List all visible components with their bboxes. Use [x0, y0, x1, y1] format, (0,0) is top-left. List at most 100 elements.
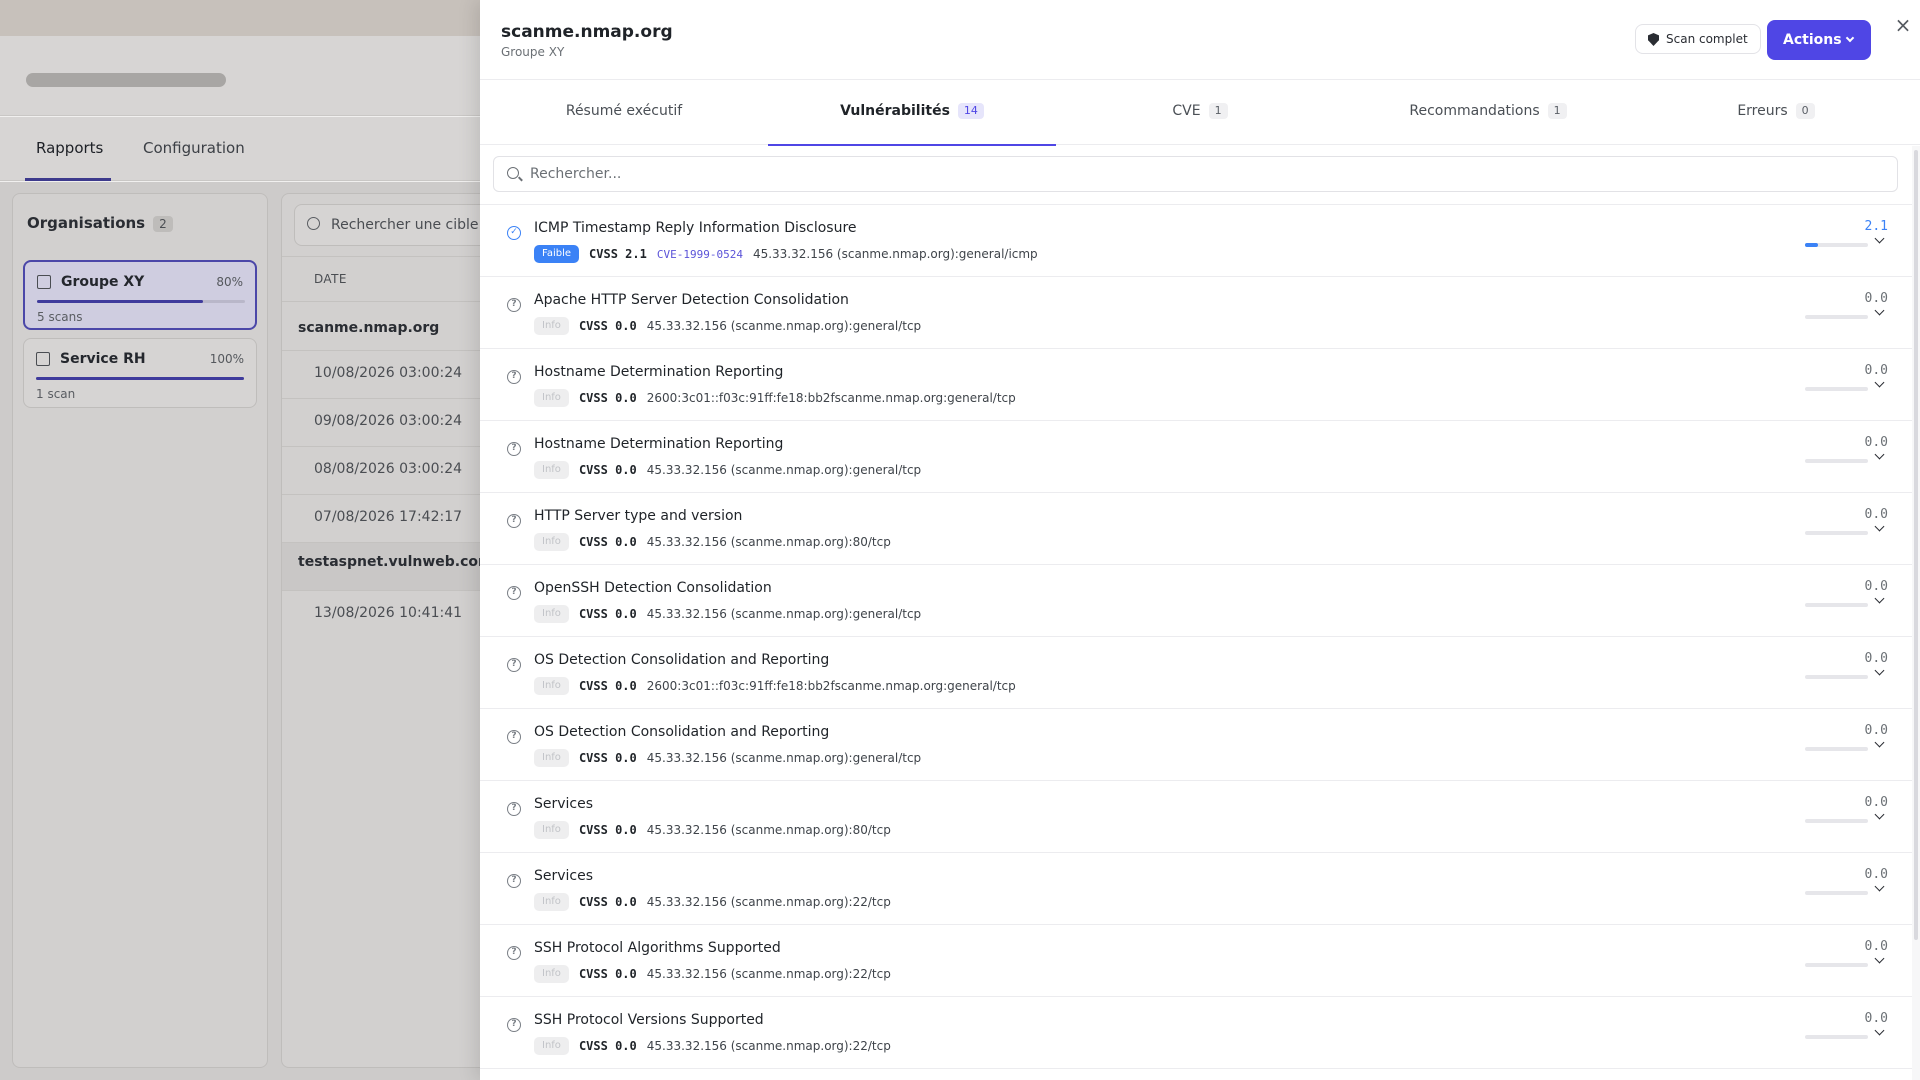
scan-row[interactable]: 07/08/2026 17:42:17	[282, 494, 500, 542]
cvss-score: 0.0	[1864, 435, 1888, 450]
cvss-score: 0.0	[1864, 723, 1888, 738]
chevron-down-icon[interactable]	[1874, 593, 1885, 604]
chevron-down-icon[interactable]	[1874, 737, 1885, 748]
chevron-down-icon[interactable]	[1874, 665, 1885, 676]
vulnerability-meta: Info CVSS 0.0 45.33.32.156 (scanme.nmap.or…	[534, 1037, 891, 1055]
vulnerability-target: 45.33.32.156 (scanme.nmap.org):general/t…	[646, 607, 922, 621]
vulnerability-name: SSH Protocol Versions Supported	[534, 1012, 764, 1028]
chevron-down-icon[interactable]	[1874, 521, 1885, 532]
actions-button[interactable]: Actions	[1767, 20, 1871, 60]
vulnerability-row[interactable]: ✓ ICMP Timestamp Reply Information Disclo…	[480, 205, 1912, 277]
cvss-score-bar	[1805, 531, 1868, 535]
org-name: Groupe XY	[61, 274, 145, 290]
org-scan-count: 5 scans	[37, 310, 83, 324]
vulnerability-row[interactable]: ? OS Detection Consolidation and Reportin…	[480, 637, 1912, 709]
cvss-score-bar	[1805, 387, 1868, 391]
cvss-label: CVSS 2.1	[589, 247, 647, 261]
scan-row[interactable]: 13/08/2026 10:41:41	[282, 590, 500, 638]
tab-configuration[interactable]: Configuration	[143, 139, 245, 157]
close-icon[interactable]: ×	[1891, 13, 1915, 37]
question-circle-icon: ?	[507, 442, 521, 456]
title-placeholder	[26, 73, 226, 87]
cvss-score-bar	[1805, 315, 1868, 319]
cvss-label: CVSS 0.0	[578, 967, 637, 981]
tab-resume-executif[interactable]: Résumé exécutif	[480, 81, 768, 145]
severity-badge: Info	[534, 1037, 569, 1055]
drawer-title: scanme.nmap.org	[501, 22, 673, 42]
vulnerability-meta: Info CVSS 0.0 45.33.32.156 (scanme.nmap.or…	[534, 533, 891, 551]
vulnerability-meta: Info CVSS 0.0 45.33.32.156 (scanme.nmap.or…	[534, 821, 891, 839]
severity-badge: Info	[534, 677, 569, 695]
scan-search-input[interactable]: Rechercher une cible o	[294, 204, 500, 246]
shield-icon	[1648, 33, 1659, 46]
drawer-header: scanme.nmap.org Groupe XY Scan complet A…	[480, 0, 1920, 80]
scan-row[interactable]: 09/08/2026 03:00:24	[282, 398, 500, 446]
chevron-down-icon[interactable]	[1874, 305, 1885, 316]
cvss-score-bar	[1805, 891, 1868, 895]
chevron-down-icon[interactable]	[1874, 377, 1885, 388]
tab-cve[interactable]: CVE 1	[1056, 81, 1344, 145]
vulnerability-meta: Info CVSS 0.0 45.33.32.156 (scanme.nmap.or…	[534, 893, 891, 911]
vulnerability-row[interactable]: ? Services Info CVSS 0.0 45.33.32.156 (scanm…	[480, 853, 1912, 925]
chevron-down-icon[interactable]	[1874, 1025, 1885, 1036]
vulnerability-target: 45.33.32.156 (scanme.nmap.org):22/tcp	[646, 1039, 891, 1053]
cvss-score-bar	[1805, 747, 1868, 751]
tab-vulnerabilites[interactable]: Vulnérabilités 14	[768, 81, 1056, 146]
vulnerability-target: 45.33.32.156 (scanme.nmap.org):22/tcp	[646, 895, 891, 909]
vulnerability-row[interactable]: ? Apache HTTP Server Detection Consolidat…	[480, 277, 1912, 349]
date-column-header[interactable]: DATE	[282, 256, 500, 302]
vulnerability-row[interactable]: ? OS Detection Consolidation and Reportin…	[480, 709, 1912, 781]
vulnerability-row[interactable]: ? SSH Protocol Algorithms Supported Info CV…	[480, 925, 1912, 997]
vulnerability-target: 45.33.32.156 (scanme.nmap.org):80/tcp	[646, 535, 891, 549]
vulnerability-name: HTTP Server type and version	[534, 508, 743, 524]
chevron-down-icon[interactable]	[1874, 881, 1885, 892]
building-icon	[36, 352, 50, 366]
cve-link[interactable]: CVE-1999-0524	[657, 248, 743, 261]
org-card-service-rh[interactable]: Service RH 100% 1 scan	[23, 338, 257, 408]
search-input[interactable]	[530, 157, 1870, 191]
chevron-down-icon	[1845, 33, 1855, 43]
vulnerability-row[interactable]: ? Hostname Determination Reporting Info CVS…	[480, 349, 1912, 421]
scan-row[interactable]: 08/08/2026 03:00:24	[282, 446, 500, 494]
org-progress-fill	[36, 377, 244, 380]
scrollbar-thumb[interactable]	[1914, 150, 1918, 940]
cvss-label: CVSS 0.0	[578, 391, 637, 405]
cvss-score-bar	[1805, 243, 1868, 247]
vulnerability-meta: Info CVSS 0.0 45.33.32.156 (scanme.nmap.or…	[534, 605, 921, 623]
severity-badge: Info	[534, 533, 569, 551]
scan-host-group: scanme.nmap.org	[298, 320, 440, 336]
cvss-label: CVSS 0.0	[578, 895, 637, 909]
vulnerability-row[interactable]: ? SSH Protocol Versions Supported Info CVSS…	[480, 997, 1912, 1069]
cvss-label: CVSS 0.0	[578, 535, 637, 549]
chevron-down-icon[interactable]	[1874, 233, 1885, 244]
tab-erreurs[interactable]: Erreurs 0	[1632, 81, 1920, 145]
chevron-down-icon[interactable]	[1874, 953, 1885, 964]
org-scan-count: 1 scan	[36, 387, 76, 401]
vulnerability-meta: Info CVSS 0.0 45.33.32.156 (scanme.nmap.or…	[534, 749, 921, 767]
severity-badge: Info	[534, 389, 569, 407]
chevron-down-icon[interactable]	[1874, 449, 1885, 460]
vulnerability-meta: Info CVSS 0.0 2600:3c01::f03c:91ff:fe18:bb…	[534, 389, 1016, 407]
cvss-score: 0.0	[1864, 507, 1888, 522]
chevron-down-icon[interactable]	[1874, 809, 1885, 820]
vulnerability-row[interactable]: ? HTTP Server type and version Info CVSS 0.…	[480, 493, 1912, 565]
scan-row[interactable]: 10/08/2026 03:00:24	[282, 350, 500, 398]
organisations-panel: Organisations 2 Groupe XY 80% 5 scans Ser…	[12, 193, 268, 1068]
scan-complete-button[interactable]: Scan complet	[1635, 24, 1761, 54]
vulnerability-target: 45.33.32.156 (scanme.nmap.org):general/t…	[646, 463, 922, 477]
vulnerability-row[interactable]: ? Services Info CVSS 0.0 45.33.32.156 (scanm…	[480, 781, 1912, 853]
org-card-groupe-xy[interactable]: Groupe XY 80% 5 scans	[23, 260, 257, 330]
drawer-subtitle: Groupe XY	[501, 45, 565, 59]
cvss-label: CVSS 0.0	[578, 607, 637, 621]
question-circle-icon: ?	[507, 586, 521, 600]
scans-panel: Rechercher une cible o DATE scanme.nmap.…	[281, 193, 501, 1068]
tab-rapports[interactable]: Rapports	[36, 139, 103, 157]
vulnerability-row[interactable]: ? Hostname Determination Reporting Info CVS…	[480, 421, 1912, 493]
tab-recommandations[interactable]: Recommandations 1	[1344, 81, 1632, 145]
vulnerability-meta: Info CVSS 0.0 45.33.32.156 (scanme.nmap.or…	[534, 461, 921, 479]
vulnerability-target: 45.33.32.156 (scanme.nmap.org):general/t…	[646, 319, 922, 333]
tab-count-badge: 0	[1795, 103, 1815, 119]
vulnerability-name: SSH Protocol Algorithms Supported	[534, 940, 781, 956]
search-icon	[507, 167, 519, 179]
vulnerability-row[interactable]: ? OpenSSH Detection Consolidation Info CVSS…	[480, 565, 1912, 637]
